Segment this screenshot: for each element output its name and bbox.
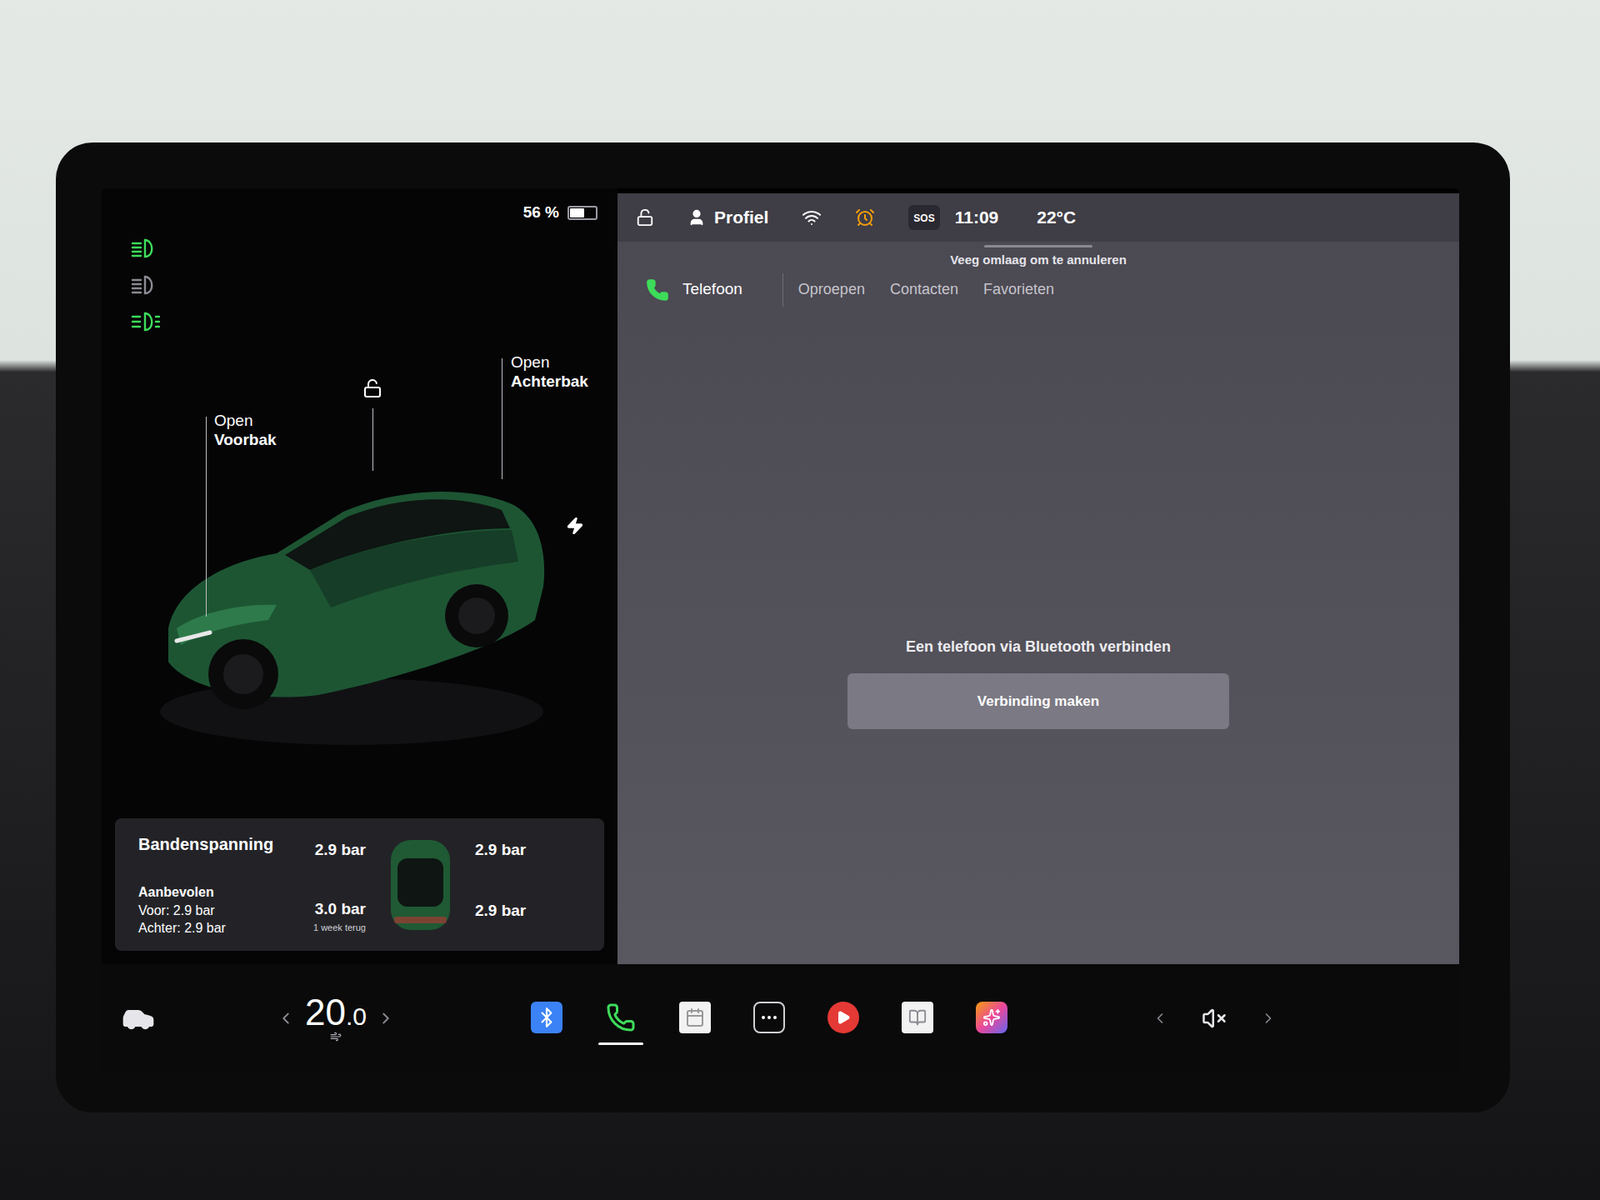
manual-icon xyxy=(901,1001,934,1034)
lock-button[interactable] xyxy=(362,378,383,399)
app-button[interactable] xyxy=(742,985,796,1052)
phone-tab[interactable]: Favorieten xyxy=(983,278,1055,301)
dock: 20.0 xyxy=(101,964,1460,1072)
car-view: OpenVoorbak OpenAchterbak xyxy=(168,236,618,819)
connect-button[interactable]: Verbinding maken xyxy=(847,673,1230,730)
low-beam-light-icon[interactable] xyxy=(130,236,160,260)
muted-icon[interactable] xyxy=(1201,1005,1227,1031)
profile-button[interactable]: Profiel xyxy=(687,204,769,231)
swipe-hint: Veeg omlaag om te annuleren xyxy=(617,241,1460,270)
clock: 11:09 xyxy=(955,204,1000,231)
page: 56 % OpenVoorbak OpenAchterbak Bandenspanni… xyxy=(0,0,1600,1200)
climate-control: 20.0 xyxy=(276,994,395,1043)
lights-column xyxy=(101,236,169,819)
phone-tab[interactable]: Oproepen xyxy=(798,278,865,301)
tire-reading: 2.9 bar xyxy=(475,899,526,924)
status-bar: Profiel SOS 11:09 22°C xyxy=(617,193,1460,242)
defrost-icon[interactable] xyxy=(330,1030,342,1043)
tire-reading: 3.0 bar1 week terug xyxy=(313,897,366,935)
screen: 56 % OpenVoorbak OpenAchterbak Bandenspanni… xyxy=(101,188,1460,1072)
music-icon xyxy=(827,1001,860,1034)
battery-status: 56 % xyxy=(101,188,618,237)
alarm-icon[interactable] xyxy=(855,207,875,228)
app-button[interactable] xyxy=(520,985,574,1052)
app-button[interactable] xyxy=(816,985,870,1052)
app-button[interactable] xyxy=(594,985,648,1052)
app-button[interactable] xyxy=(890,985,945,1052)
charge-port-button[interactable] xyxy=(565,516,585,535)
car-top-view-icon xyxy=(380,836,460,934)
display-bezel: 56 % OpenVoorbak OpenAchterbak Bandenspanni… xyxy=(55,142,1510,1113)
toybox-icon xyxy=(975,1001,1008,1034)
lightning-icon xyxy=(565,516,585,535)
volume-down-icon[interactable] xyxy=(1151,1010,1169,1027)
app-button[interactable] xyxy=(965,985,1019,1052)
phone-icon xyxy=(605,1002,636,1033)
phone-header: TelefoonOproepenContactenFavorieten xyxy=(617,270,1460,310)
calendar-icon xyxy=(679,1001,711,1034)
person-icon xyxy=(687,208,706,227)
unlocked-icon[interactable] xyxy=(635,208,655,227)
auto-high-beam-light-icon[interactable] xyxy=(130,273,160,297)
frunk-button[interactable]: OpenVoorbak xyxy=(214,411,277,450)
parking-light-icon[interactable] xyxy=(130,310,160,334)
outside-temperature: 22°C xyxy=(1036,204,1076,231)
battery-icon xyxy=(567,205,598,220)
phone-icon xyxy=(645,278,670,302)
volume-up-icon[interactable] xyxy=(1260,1010,1277,1027)
tire-reading: 2.9 bar xyxy=(315,838,366,863)
temp-up-icon[interactable] xyxy=(376,1009,395,1028)
car-render-icon xyxy=(151,461,552,745)
tire-reading: 2.9 bar xyxy=(475,838,526,863)
car-icon[interactable] xyxy=(121,1001,155,1035)
temp-down-icon[interactable] xyxy=(276,1009,295,1028)
tire-pressure-card: BandenspanningAanbevolenVoor: 2.9 barAch… xyxy=(115,818,605,951)
car-panel: 56 % OpenVoorbak OpenAchterbak Bandenspanni… xyxy=(101,188,618,965)
app-button[interactable] xyxy=(668,985,722,1052)
bluetooth-icon xyxy=(530,1001,563,1034)
wifi-icon[interactable] xyxy=(801,207,822,228)
app-launcher xyxy=(520,985,1019,1052)
trunk-button[interactable]: OpenAchterbak xyxy=(510,353,589,392)
phone-tab[interactable]: Contacten xyxy=(890,278,959,301)
sos-badge[interactable]: SOS xyxy=(908,205,940,230)
connect-prompt: Een telefoon via Bluetooth verbindenVerb… xyxy=(617,310,1460,965)
phone-panel: Profiel SOS 11:09 22°C Veeg omlaag om te ann… xyxy=(617,193,1460,965)
more-icon xyxy=(753,1001,785,1034)
volume-control xyxy=(1151,1005,1277,1031)
unlocked-icon xyxy=(362,378,383,399)
